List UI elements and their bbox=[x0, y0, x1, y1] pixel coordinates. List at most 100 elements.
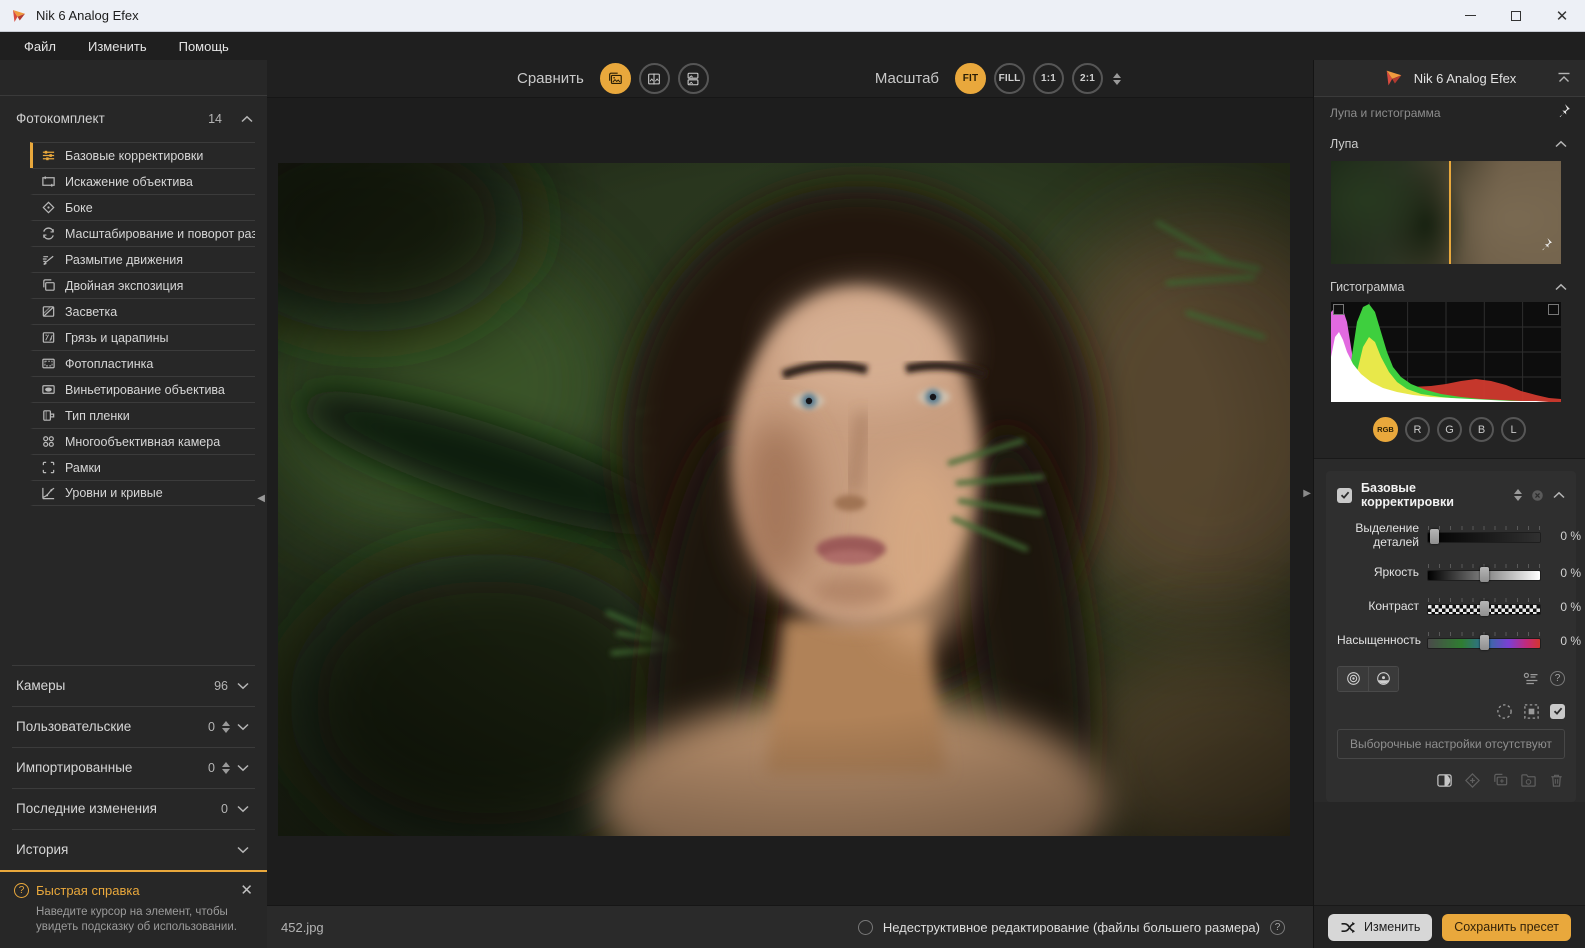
pin-icon[interactable] bbox=[1556, 103, 1571, 123]
channel-l-button[interactable]: L bbox=[1501, 417, 1526, 442]
histogram-section-header[interactable]: Гистограмма bbox=[1314, 272, 1585, 302]
dashed-square-icon[interactable] bbox=[1523, 703, 1540, 720]
control-point-list-icon[interactable] bbox=[1523, 672, 1539, 686]
stepper-icon[interactable] bbox=[222, 762, 230, 774]
maximize-button[interactable] bbox=[1493, 0, 1539, 32]
collection-imported[interactable]: Импортированные 0 bbox=[12, 747, 255, 788]
chevron-down-icon[interactable] bbox=[237, 682, 249, 690]
compare-split-horizontal-button[interactable] bbox=[678, 63, 709, 94]
collection-recent[interactable]: Последние изменения 0 bbox=[12, 788, 255, 829]
copy-plus-icon[interactable] bbox=[1492, 772, 1509, 789]
close-icon[interactable]: ✕ bbox=[240, 883, 253, 898]
right-panel-header: Nik 6 Analog Efex bbox=[1314, 60, 1585, 97]
sidebar-item-label: Масштабирование и поворот раз… bbox=[65, 227, 255, 241]
chevron-up-icon[interactable] bbox=[1555, 283, 1567, 291]
window-controls: ✕ bbox=[1447, 0, 1585, 32]
saturation-slider[interactable] bbox=[1428, 631, 1540, 652]
quick-help-panel: ? Быстрая справка ✕ Наведите курсор на э… bbox=[0, 870, 267, 948]
add-control-line-button[interactable] bbox=[1368, 667, 1398, 691]
sidebar-item-lens-distortion[interactable]: Искажение объектива bbox=[30, 168, 255, 194]
channel-g-button[interactable]: G bbox=[1437, 417, 1462, 442]
nondestructive-checkbox[interactable] bbox=[858, 920, 873, 935]
chevron-down-icon[interactable] bbox=[237, 846, 249, 854]
sidebar-item-photo-plate[interactable]: Фотопластинка bbox=[30, 350, 255, 376]
menu-help[interactable]: Помощь bbox=[175, 37, 233, 56]
stepper-icon[interactable] bbox=[222, 721, 230, 733]
save-preset-button[interactable]: Сохранить пресет bbox=[1442, 914, 1571, 941]
collection-history[interactable]: История bbox=[12, 829, 255, 870]
sidebar-item-basic-adjustments[interactable]: Базовые корректировки bbox=[30, 142, 255, 168]
chevron-down-icon[interactable] bbox=[237, 723, 249, 731]
selective-settings-empty: Выборочные настройки отсутствуют bbox=[1337, 729, 1565, 759]
compare-single-button[interactable] bbox=[600, 63, 631, 94]
sidebar-item-multi-lens-camera[interactable]: Многообъективная камера bbox=[30, 428, 255, 454]
sidebar-item-motion-blur[interactable]: Размытие движения bbox=[30, 246, 255, 272]
basic-adjustments-card: Базовые корректировки Выделение деталей … bbox=[1326, 471, 1576, 802]
chevron-down-icon[interactable] bbox=[237, 805, 249, 813]
chevron-down-icon[interactable] bbox=[237, 764, 249, 772]
selective-apply-checkbox[interactable] bbox=[1550, 704, 1565, 719]
channel-r-button[interactable]: R bbox=[1405, 417, 1430, 442]
loupe-split-line[interactable] bbox=[1449, 161, 1451, 264]
shuffle-icon bbox=[1340, 921, 1357, 934]
histogram-label: Гистограмма bbox=[1330, 280, 1404, 294]
compare-split-vertical-button[interactable] bbox=[639, 63, 670, 94]
collection-cameras[interactable]: Камеры 96 bbox=[12, 665, 255, 706]
collection-custom[interactable]: Пользовательские 0 bbox=[12, 706, 255, 747]
collapse-left-panel-icon[interactable]: ◀ bbox=[257, 493, 265, 504]
channel-rgb-button[interactable]: RGB bbox=[1373, 417, 1398, 442]
help-icon[interactable]: ? bbox=[1550, 671, 1565, 686]
trash-icon[interactable] bbox=[1548, 772, 1565, 789]
close-button[interactable]: ✕ bbox=[1539, 0, 1585, 32]
zoom-fill-button[interactable]: FILL bbox=[994, 63, 1025, 94]
pin-icon[interactable] bbox=[1539, 237, 1553, 256]
sidebar-item-double-exposure[interactable]: Двойная экспозиция bbox=[30, 272, 255, 298]
sidebar-item-label: Двойная экспозиция bbox=[65, 279, 183, 293]
sidebar-item-zoom-rotate[interactable]: Масштабирование и поворот раз… bbox=[30, 220, 255, 246]
channel-b-button[interactable]: B bbox=[1469, 417, 1494, 442]
quick-help-text: Наведите курсор на элемент, чтобы увидет… bbox=[36, 905, 253, 936]
brightness-slider[interactable] bbox=[1428, 563, 1540, 584]
zoom-stepper-icon[interactable] bbox=[1113, 73, 1121, 85]
sidebar-item-lens-vignette[interactable]: Виньетирование объектива bbox=[30, 376, 255, 402]
chevron-up-icon[interactable] bbox=[241, 115, 253, 123]
diamond-plus-icon[interactable] bbox=[1464, 772, 1481, 789]
sidebar-item-levels-curves[interactable]: Уровни и кривые bbox=[30, 480, 255, 506]
remove-circle-icon[interactable] bbox=[1531, 489, 1544, 502]
before-after-icon[interactable] bbox=[1436, 772, 1453, 789]
photokit-header[interactable]: Фотокомплект 14 bbox=[0, 96, 267, 134]
detail-extraction-slider[interactable] bbox=[1428, 525, 1540, 546]
add-control-point-button[interactable] bbox=[1338, 667, 1368, 691]
help-icon[interactable]: ? bbox=[1270, 920, 1285, 935]
sidebar-item-label: Размытие движения bbox=[65, 253, 183, 267]
dashed-circle-icon[interactable] bbox=[1496, 703, 1513, 720]
menu-file[interactable]: Файл bbox=[20, 37, 60, 56]
dock-collapse-icon[interactable] bbox=[1557, 71, 1571, 89]
adjustment-enabled-checkbox[interactable] bbox=[1337, 488, 1352, 503]
reorder-stepper-icon[interactable] bbox=[1514, 489, 1522, 501]
chevron-up-icon[interactable] bbox=[1555, 140, 1567, 148]
sidebar-item-light-leaks[interactable]: Засветка bbox=[30, 298, 255, 324]
collapse-right-panel-icon[interactable]: ▶ bbox=[1303, 488, 1311, 499]
sidebar-item-dirt-scratches[interactable]: Грязь и царапины bbox=[30, 324, 255, 350]
minimize-button[interactable] bbox=[1447, 0, 1493, 32]
folder-target-icon[interactable] bbox=[1520, 772, 1537, 789]
slider-value: 0 % bbox=[1549, 529, 1581, 543]
zoom-2-1-button[interactable]: 2:1 bbox=[1072, 63, 1103, 94]
loupe-section-header[interactable]: Лупа bbox=[1314, 129, 1585, 159]
sidebar-item-frames[interactable]: Рамки bbox=[30, 454, 255, 480]
loupe-histogram-group: Лупа и гистограмма Лупа bbox=[1314, 97, 1585, 459]
window-title: Nik 6 Analog Efex bbox=[36, 8, 139, 23]
chevron-up-icon[interactable] bbox=[1553, 491, 1565, 499]
slider-detail-extraction: Выделение деталей 0 % bbox=[1337, 522, 1565, 550]
sidebar-item-film-type[interactable]: Тип пленки bbox=[30, 402, 255, 428]
loupe-preview[interactable] bbox=[1331, 161, 1561, 264]
sidebar-item-bokeh[interactable]: Боке bbox=[30, 194, 255, 220]
zoom-fit-button[interactable]: FIT bbox=[955, 63, 986, 94]
menu-edit[interactable]: Изменить bbox=[84, 37, 151, 56]
sidebar-item-label: Уровни и кривые bbox=[65, 486, 163, 500]
contrast-slider[interactable] bbox=[1428, 597, 1540, 618]
edit-button[interactable]: Изменить bbox=[1328, 914, 1432, 941]
zoom-1-1-button[interactable]: 1:1 bbox=[1033, 63, 1064, 94]
sidebar-item-label: Засветка bbox=[65, 305, 117, 319]
